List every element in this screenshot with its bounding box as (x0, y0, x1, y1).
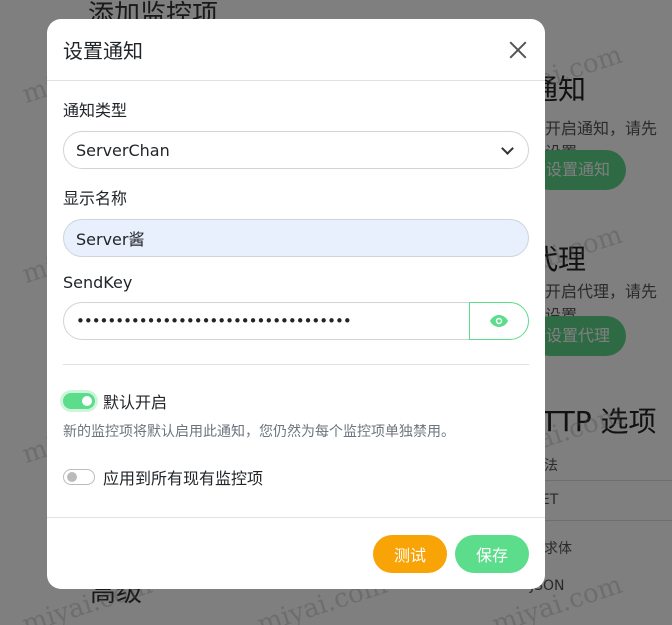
display-name-input[interactable]: Server酱 (63, 219, 529, 257)
notification-type-value: ServerChan (76, 140, 170, 160)
dialog-footer: 测试 保存 (47, 517, 545, 589)
default-enabled-label: 默认开启 (103, 393, 168, 412)
display-name-value: Server酱 (76, 230, 145, 249)
notification-type-label: 通知类型 (63, 101, 128, 120)
dialog-header: 设置通知 (47, 19, 545, 81)
section-divider (63, 364, 529, 365)
sendkey-value: ••••••••••••••••••••••••••••••••••• (76, 312, 352, 330)
apply-existing-row: 应用到所有现有监控项 (63, 465, 529, 489)
apply-existing-label: 应用到所有现有监控项 (103, 469, 264, 488)
display-name-label: 显示名称 (63, 189, 128, 208)
notification-type-select[interactable]: ServerChan (63, 131, 529, 169)
test-button[interactable]: 测试 (373, 534, 447, 573)
save-button[interactable]: 保存 (455, 534, 529, 573)
sendkey-input[interactable]: ••••••••••••••••••••••••••••••••••• (63, 302, 469, 340)
eye-icon (490, 315, 508, 327)
chevron-down-icon (501, 141, 514, 155)
default-enabled-toggle[interactable] (63, 393, 95, 409)
sendkey-input-group: ••••••••••••••••••••••••••••••••••• (63, 302, 529, 340)
default-enabled-help: 新的监控项将默认启用此通知，您仍然为每个监控项单独禁用。 (63, 424, 455, 440)
dialog-title: 设置通知 (63, 39, 143, 63)
close-icon[interactable] (507, 39, 529, 61)
notification-settings-dialog: 设置通知 通知类型 ServerChan 显示名称 Server酱 SendKe… (47, 19, 545, 589)
default-enabled-row: 默认开启 (63, 389, 529, 413)
dialog-body: 通知类型 ServerChan 显示名称 Server酱 SendKey •••… (47, 81, 545, 489)
apply-existing-toggle[interactable] (63, 469, 95, 485)
sendkey-label: SendKey (63, 273, 133, 292)
toggle-visibility-button[interactable] (469, 302, 529, 340)
